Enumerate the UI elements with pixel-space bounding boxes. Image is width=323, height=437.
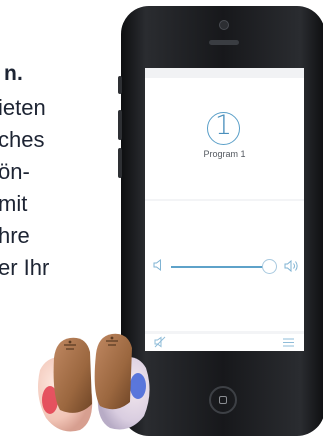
- marketing-heading: n.: [4, 62, 24, 85]
- marketing-line: ieten: [0, 95, 46, 120]
- marketing-line: ches: [0, 127, 45, 152]
- program-card[interactable]: 1 Program 1: [145, 78, 304, 199]
- marketing-line: er Ihr: [0, 255, 50, 280]
- home-square-icon: [219, 396, 227, 404]
- app-screen: 1 Program 1: [145, 68, 304, 351]
- earpiece: [209, 40, 239, 45]
- marketing-line: hre: [0, 223, 30, 248]
- home-button[interactable]: [209, 386, 237, 414]
- program-label: Program 1: [203, 149, 246, 159]
- volume-up-button[interactable]: [118, 110, 122, 140]
- volume-slider-knob[interactable]: [262, 259, 278, 274]
- program-number: 1: [214, 110, 233, 141]
- volume-down-button[interactable]: [118, 148, 122, 178]
- speaker-low-icon[interactable]: [153, 259, 163, 271]
- program-selector[interactable]: 1: [207, 110, 240, 145]
- bottom-toolbar: [145, 334, 304, 351]
- mute-switch[interactable]: [118, 76, 122, 94]
- volume-card: [145, 201, 304, 331]
- status-bar: [145, 68, 304, 78]
- speaker-high-icon[interactable]: [284, 259, 300, 273]
- marketing-line: mit: [0, 191, 28, 216]
- menu-icon[interactable]: [283, 338, 294, 347]
- marketing-line: ön-: [0, 159, 30, 184]
- mute-icon[interactable]: [154, 336, 166, 348]
- front-camera: [219, 20, 229, 30]
- hearing-aids-photo: [38, 333, 150, 432]
- volume-slider-track[interactable]: [171, 266, 270, 268]
